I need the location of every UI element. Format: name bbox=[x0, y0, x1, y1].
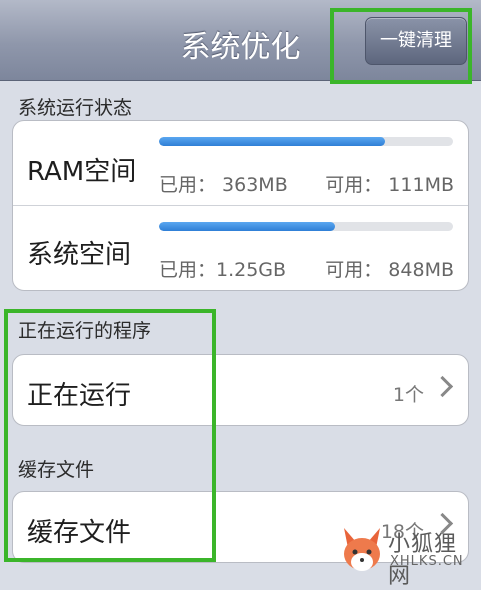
system-status-section-label: 系统运行状态 bbox=[18, 97, 133, 119]
nav-bar: 系统优化 一键清理 bbox=[0, 0, 481, 81]
one-click-clean-button[interactable]: 一键清理 bbox=[365, 17, 467, 65]
system-space-usage-fill bbox=[159, 222, 336, 231]
running-programs-row[interactable]: 正在运行 1个 bbox=[13, 355, 468, 425]
chevron-right-icon bbox=[431, 375, 454, 398]
running-programs-count: 1个 bbox=[392, 384, 424, 406]
watermark: 小狐狸网 XHLKS.CN bbox=[338, 522, 478, 589]
system-space-used-text: 已用：1.25GB bbox=[159, 259, 287, 281]
ram-available-text: 可用： 111MB bbox=[325, 174, 454, 196]
watermark-domain: XHLKS.CN bbox=[390, 554, 464, 569]
ram-space-title: RAM空间 bbox=[27, 157, 137, 187]
system-space-available-text: 可用： 848MB bbox=[325, 259, 454, 281]
cache-files-title: 缓存文件 bbox=[27, 518, 132, 548]
ram-space-row: RAM空间 已用： 363MB 可用： 111MB bbox=[13, 121, 468, 205]
system-space-usage-bar bbox=[159, 222, 453, 231]
cache-files-section-label: 缓存文件 bbox=[18, 459, 95, 481]
system-space-row: 系统空间 已用：1.25GB 可用： 848MB bbox=[13, 205, 468, 290]
ram-usage-bar bbox=[159, 137, 453, 146]
running-programs-title: 正在运行 bbox=[27, 381, 132, 411]
system-status-card: RAM空间 已用： 363MB 可用： 111MB 系统空间 已用：1.25GB… bbox=[12, 120, 469, 291]
running-programs-card: 正在运行 1个 bbox=[12, 354, 469, 426]
fox-logo-icon bbox=[344, 528, 380, 571]
system-space-title: 系统空间 bbox=[27, 240, 132, 270]
ram-used-text: 已用： 363MB bbox=[159, 174, 288, 196]
running-programs-section-label: 正在运行的程序 bbox=[18, 320, 152, 342]
ram-usage-fill bbox=[159, 137, 386, 146]
